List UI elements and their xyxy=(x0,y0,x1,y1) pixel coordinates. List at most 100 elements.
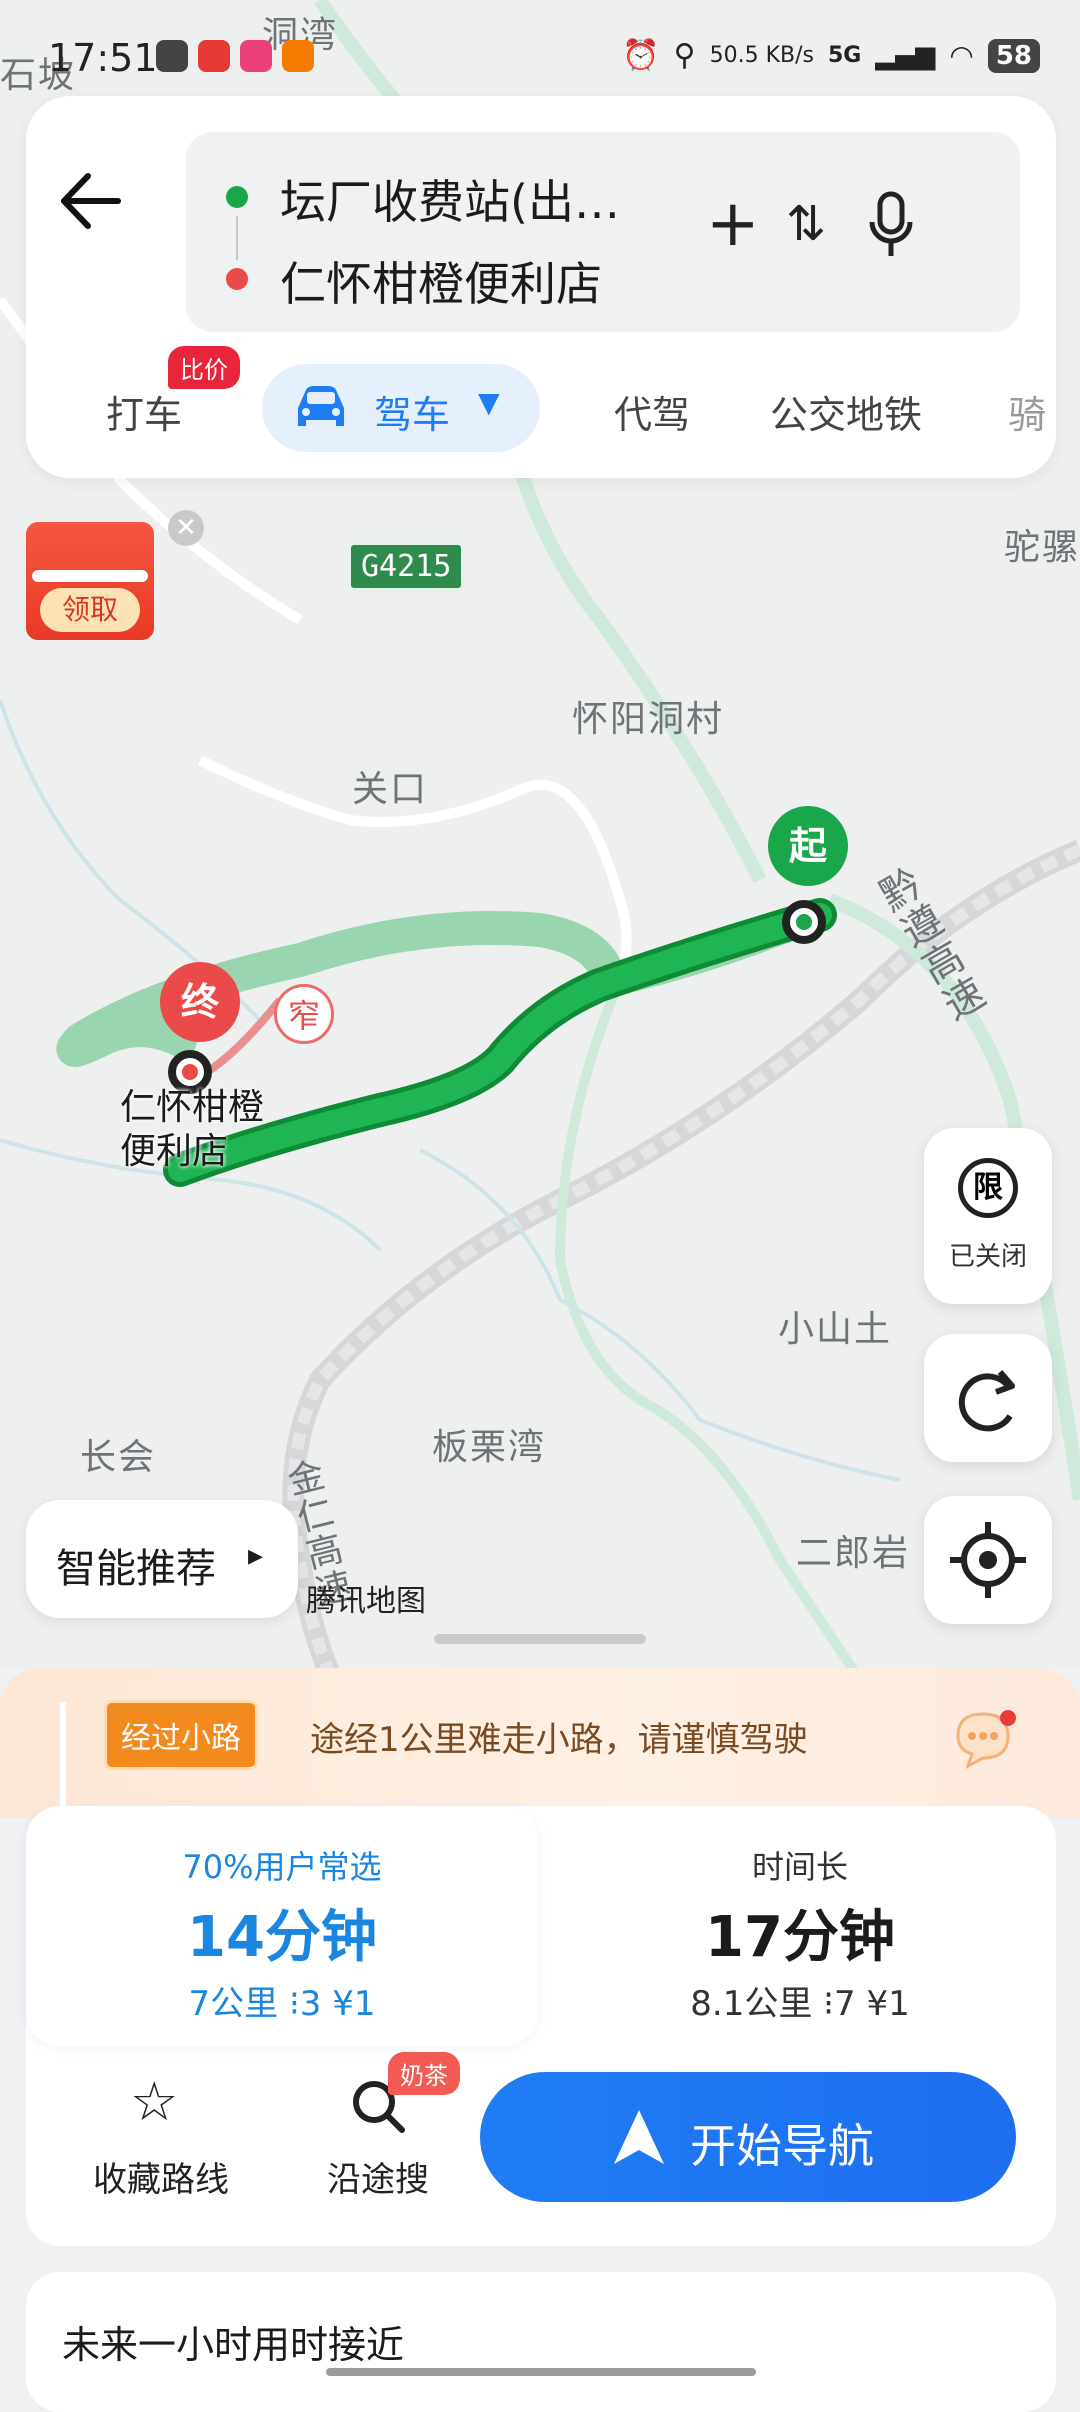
route-option-2-time: 17分钟 xyxy=(705,1905,895,1970)
notification-icons xyxy=(156,40,314,72)
tab-ride[interactable]: 骑 xyxy=(1008,384,1046,439)
navigation-arrow-icon xyxy=(614,2110,664,2164)
chevron-down-icon: ▼ xyxy=(478,386,500,419)
app-notification-icon xyxy=(282,40,314,72)
route-option-1-details: 7公里 ⁝3 ¥1 xyxy=(26,1976,538,2025)
route-option-2-distance: 8.1公里 xyxy=(690,1984,813,2024)
route-option-1-distance: 7公里 xyxy=(188,1984,279,2024)
app-notification-icon xyxy=(156,40,188,72)
traffic-light-icon: ⁝ xyxy=(823,1984,834,2024)
favorite-route-label: 收藏路线 xyxy=(93,2160,229,2200)
map-attribution: 腾讯地图 xyxy=(306,1584,426,1619)
traffic-light-icon: ⁝ xyxy=(288,1984,300,2024)
forecast-card[interactable]: 未来一小时用时接近 xyxy=(26,2272,1056,2412)
feedback-chat-icon[interactable] xyxy=(950,1706,1016,1772)
end-marker[interactable]: 终 xyxy=(160,962,240,1042)
destination-field[interactable]: 仁怀柑橙便利店 xyxy=(280,248,602,314)
alarm-icon: ⏰ xyxy=(622,38,660,73)
wifi-icon: ◠ xyxy=(949,39,974,72)
tab-drive-label: 驾车 xyxy=(374,393,451,437)
star-icon: ☆ xyxy=(130,2070,179,2133)
tab-taxi[interactable]: 打车 xyxy=(106,384,182,439)
start-point-icon xyxy=(782,900,826,944)
map-label-guankou: 关口 xyxy=(352,769,429,810)
start-navigation-label: 开始导航 xyxy=(690,2119,874,2173)
map-label-huaiyang: 怀阳洞村 xyxy=(572,699,725,740)
tab-designated-driver[interactable]: 代驾 xyxy=(614,384,690,439)
warning-text: 途经1公里难走小路，请谨慎驾驶 xyxy=(310,1720,808,1760)
search-along-label: 沿途搜 xyxy=(327,2160,429,2200)
drag-handle[interactable] xyxy=(434,1634,646,1644)
car-icon xyxy=(298,386,344,426)
battery-level: 58 xyxy=(987,38,1040,73)
tab-drive[interactable]: 驾车 ▼ xyxy=(262,364,540,452)
taxi-compare-badge: 比价 xyxy=(168,346,240,389)
route-search-card: 坛厂收费站(出… 仁怀柑橙便利店 + ⇅ 打车 比价 驾车 ▼ 代驾 公交地铁 … xyxy=(26,96,1056,478)
back-arrow-icon[interactable] xyxy=(56,166,126,236)
microphone-icon[interactable] xyxy=(862,188,922,268)
map-label-xiaoshantu: 小山土 xyxy=(778,1309,893,1350)
network-speed: 50.5 KB/s xyxy=(709,42,814,68)
promo-claim-label: 领取 xyxy=(40,588,140,632)
route-warning-bar[interactable]: 经过小路 途经1公里难走小路，请谨慎驾驶 xyxy=(0,1668,1080,1822)
route-option-2[interactable]: 时间长 17分钟 8.1公里 ⁝7 ¥1 xyxy=(544,1806,1056,2046)
promo-coupon[interactable]: 领取 xyxy=(26,522,154,640)
origin-field[interactable]: 坛厂收费站(出… xyxy=(280,166,620,232)
network-type: 5G xyxy=(828,43,862,68)
refresh-icon xyxy=(958,1370,1015,1432)
favorite-route-button[interactable]: ☆ 收藏路线 xyxy=(66,2062,256,2202)
limit-status: 已关闭 xyxy=(948,1242,1027,1272)
map-label-banliwan: 板栗湾 xyxy=(432,1427,547,1468)
route-connector xyxy=(236,216,238,260)
narrow-road-icon: 窄 xyxy=(274,984,334,1044)
tab-transit[interactable]: 公交地铁 xyxy=(770,384,922,439)
map-label-tuo: 驼骡 xyxy=(1004,527,1080,568)
flag-pole xyxy=(60,1702,66,1822)
smart-recommend-button[interactable]: 智能推荐 ▸ xyxy=(26,1500,298,1618)
transport-tabs: 打车 比价 驾车 ▼ 代驾 公交地铁 骑 xyxy=(26,346,1056,458)
start-marker[interactable]: 起 xyxy=(768,806,848,886)
app-notification-icon xyxy=(240,40,272,72)
start-navigation-button[interactable]: 开始导航 xyxy=(480,2072,1016,2202)
promo-close-icon[interactable]: ✕ xyxy=(168,510,204,546)
status-bar: 17:51 ⏰ ⚲ 50.5 KB/s 5G ▂▄▆ ◠ 58 xyxy=(0,0,1080,110)
route-input-box: 坛厂收费站(出… 仁怀柑橙便利店 + ⇅ xyxy=(186,132,1020,332)
map-label-erlangyan: 二郎岩 xyxy=(796,1533,911,1574)
route-option-2-details: 8.1公里 ⁝7 ¥1 xyxy=(544,1976,1056,2025)
app-notification-icon xyxy=(198,40,230,72)
route-option-2-tag: 时间长 xyxy=(751,1848,848,1886)
route-option-2-lights: 7 xyxy=(833,1984,856,2024)
smart-recommend-label: 智能推荐 xyxy=(56,1546,216,1592)
route-option-2-toll: ¥1 xyxy=(866,1984,910,2024)
location-icon: ⚲ xyxy=(673,38,696,73)
traffic-limit-button[interactable]: 限 已关闭 xyxy=(924,1128,1052,1304)
swap-icon[interactable]: ⇅ xyxy=(786,196,826,252)
highway-shield: G4215 xyxy=(348,542,465,591)
signal-icon: ▂▄▆ xyxy=(875,40,936,71)
route-option-1-lights: 3 xyxy=(299,1984,322,2024)
end-marker-label: 终 xyxy=(180,980,219,1024)
search-badge: 奶茶 xyxy=(388,2052,460,2095)
route-option-1-toll: ¥1 xyxy=(332,1984,376,2024)
locate-icon xyxy=(950,1522,1026,1598)
status-time: 17:51 xyxy=(48,36,158,80)
narrow-road-tag: 经过小路 xyxy=(104,1700,258,1770)
start-marker-label: 起 xyxy=(788,824,827,868)
route-option-1[interactable]: 70%用户常选 14分钟 7公里 ⁝3 ¥1 xyxy=(26,1806,538,2046)
forecast-title: 未来一小时用时接近 xyxy=(62,2323,405,2367)
refresh-button[interactable] xyxy=(924,1334,1052,1462)
origin-dot-icon xyxy=(226,186,248,208)
destination-map-label: 仁怀柑橙便利店 xyxy=(120,1087,265,1172)
home-indicator xyxy=(326,2368,756,2376)
locate-button[interactable] xyxy=(924,1496,1052,1624)
status-right: ⏰ ⚲ 50.5 KB/s 5G ▂▄▆ ◠ 58 xyxy=(622,38,1040,73)
add-waypoint-icon[interactable]: + xyxy=(706,192,760,256)
limit-icon: 限 xyxy=(958,1158,1018,1218)
route-option-1-tag: 70%用户常选 xyxy=(182,1848,382,1886)
map-label-changhui: 长会 xyxy=(80,1437,157,1478)
route-option-1-time: 14分钟 xyxy=(187,1905,377,1970)
destination-dot-icon xyxy=(226,268,248,290)
search-along-button[interactable]: 奶茶 沿途搜 xyxy=(288,2052,468,2202)
triangle-right-icon: ▸ xyxy=(248,1538,264,1573)
route-panel: 经过小路 途经1公里难走小路，请谨慎驾驶 70%用户常选 14分钟 7公里 ⁝3… xyxy=(0,1668,1080,2412)
